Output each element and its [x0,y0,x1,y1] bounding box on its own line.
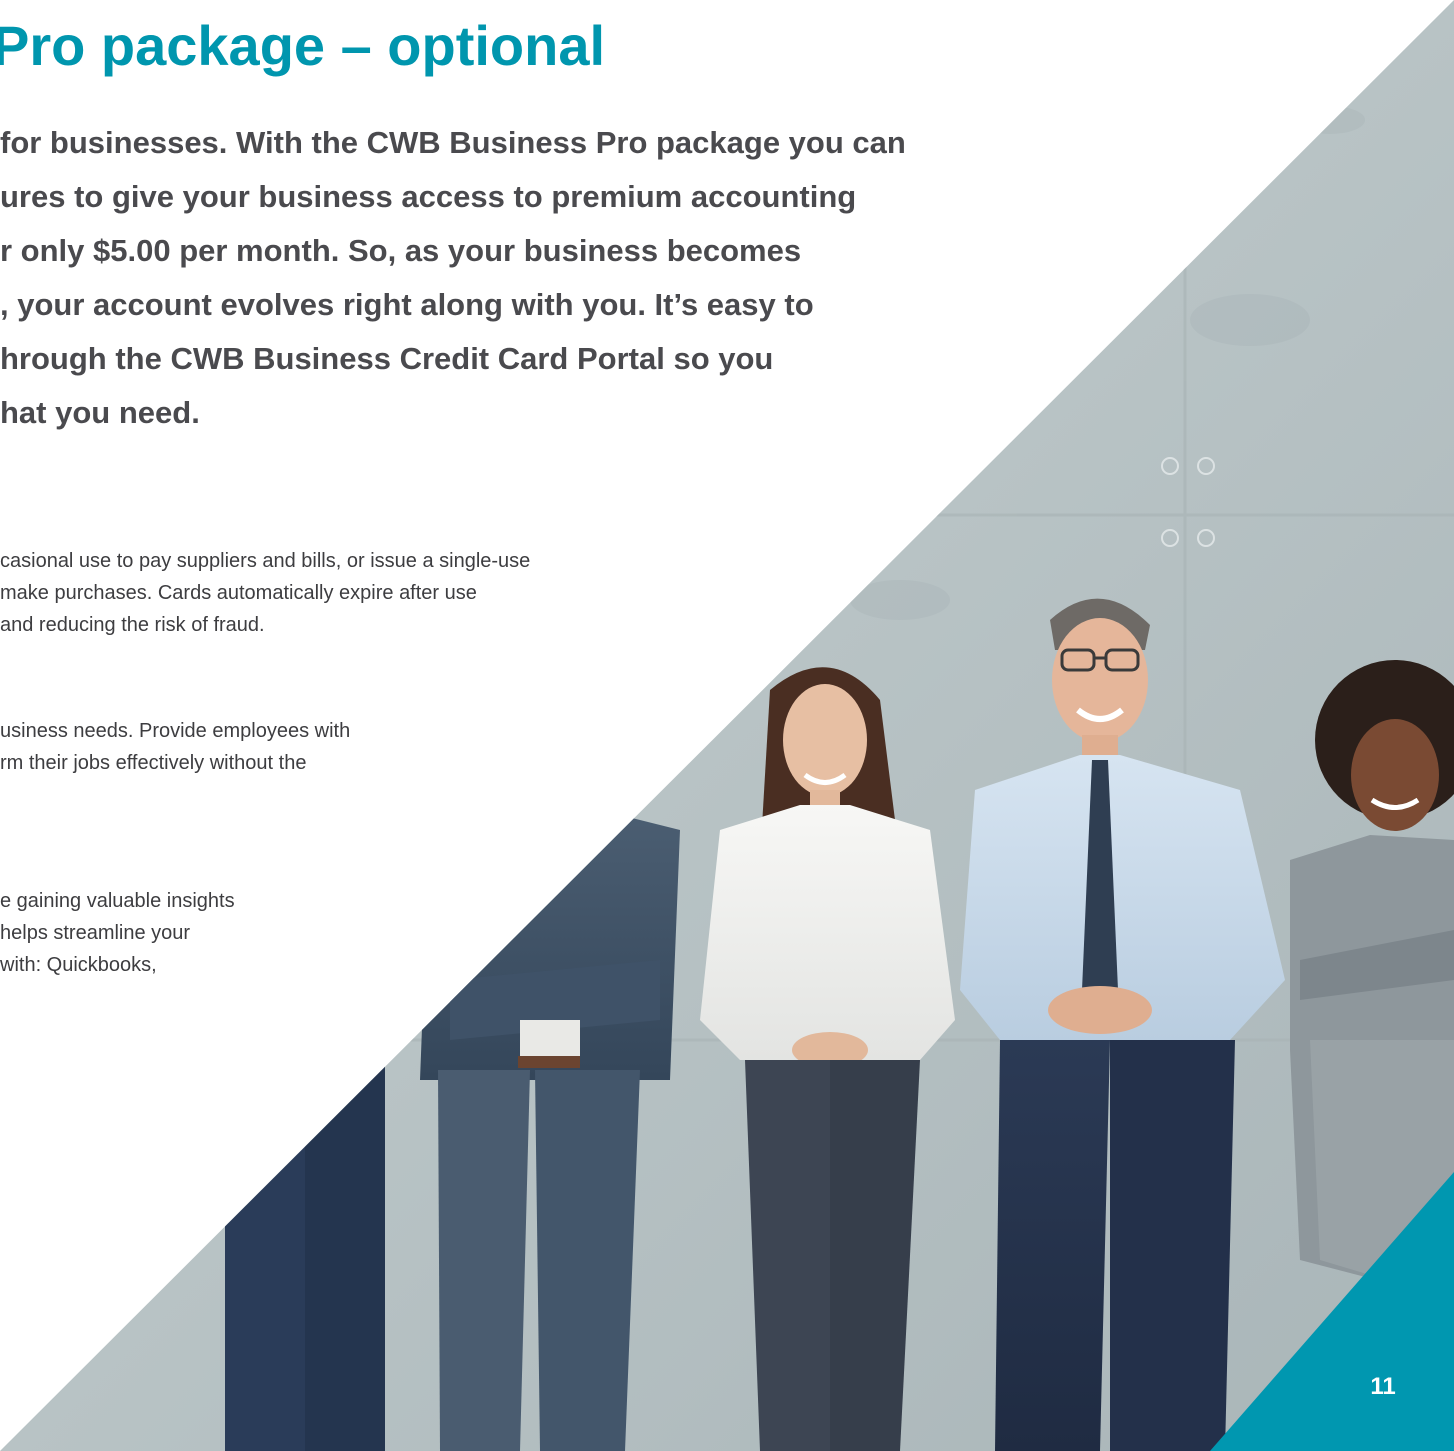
teal-corner-accent [1210,1172,1454,1451]
page-number: 11 [1370,1373,1396,1400]
brochure-page: Pro package – optional for businesses. W… [0,0,1454,1451]
